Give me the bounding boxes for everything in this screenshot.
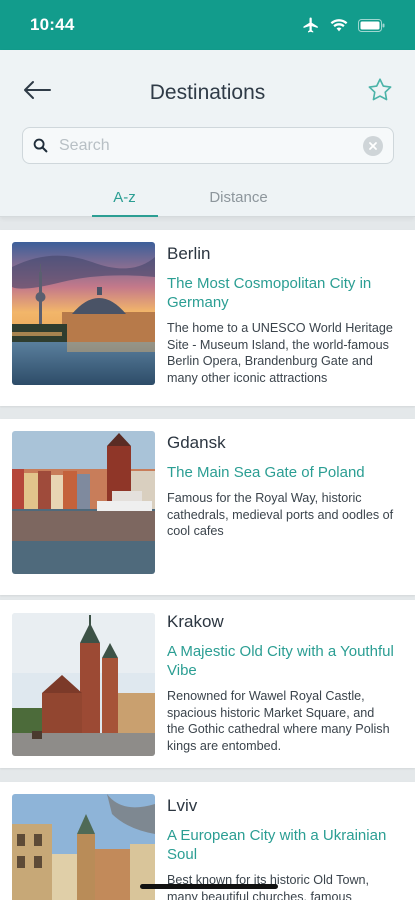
battery-icon bbox=[358, 18, 385, 32]
page-title: Destinations bbox=[149, 81, 266, 104]
close-icon bbox=[369, 141, 377, 150]
status-time: 10:44 bbox=[30, 15, 75, 34]
card-text: Krakow A Majestic Old City with a Youthf… bbox=[167, 612, 395, 754]
city-tagline: The Most Cosmopolitan City in Germany bbox=[167, 275, 372, 311]
status-bar: 10:44 bbox=[0, 0, 415, 50]
search-icon bbox=[33, 138, 49, 154]
favorites-button[interactable] bbox=[365, 77, 395, 107]
star-outline-icon bbox=[366, 76, 394, 109]
header: Destinations A-z Distance bbox=[0, 50, 415, 217]
tab-a-z[interactable]: A-z bbox=[91, 178, 158, 217]
city-description: Renowned for Wawel Royal Castle, spaciou… bbox=[167, 689, 390, 753]
city-name: Lviv bbox=[167, 796, 198, 815]
destination-image bbox=[12, 242, 155, 385]
city-description: Famous for the Royal Way, historic cathe… bbox=[167, 491, 394, 538]
city-name: Gdansk bbox=[167, 433, 226, 452]
city-description: The home to a UNESCO World Heritage Site… bbox=[167, 321, 393, 385]
city-tagline: The Main Sea Gate of Poland bbox=[167, 464, 365, 481]
destination-card-gdansk[interactable]: Gdansk The Main Sea Gate of Poland Famou… bbox=[0, 419, 415, 595]
card-text: Berlin The Most Cosmopolitan City in Ger… bbox=[167, 244, 395, 386]
destination-image bbox=[12, 431, 155, 574]
city-name: Krakow bbox=[167, 612, 224, 631]
search-bar bbox=[22, 127, 394, 164]
city-tagline: A European City with a Ukrainian Soul bbox=[167, 827, 387, 863]
sort-tabs: A-z Distance bbox=[0, 178, 415, 217]
destination-card-krakow[interactable]: Krakow A Majestic Old City with a Youthf… bbox=[0, 600, 415, 768]
destination-image bbox=[12, 613, 155, 756]
card-text: Gdansk The Main Sea Gate of Poland Famou… bbox=[167, 433, 395, 540]
clear-search-button[interactable] bbox=[363, 135, 383, 156]
airplane-icon bbox=[302, 16, 320, 34]
destination-image bbox=[12, 794, 155, 900]
wifi-icon bbox=[330, 18, 348, 32]
city-name: Berlin bbox=[167, 244, 211, 263]
destination-card-lviv[interactable]: Lviv A European City with a Ukrainian So… bbox=[0, 782, 415, 900]
search-input[interactable] bbox=[49, 136, 363, 155]
status-icons bbox=[302, 16, 385, 34]
city-tagline: A Majestic Old City with a Youthful Vibe bbox=[167, 643, 394, 679]
tab-distance[interactable]: Distance bbox=[194, 178, 284, 217]
home-indicator bbox=[140, 884, 278, 889]
destination-card-berlin[interactable]: Berlin The Most Cosmopolitan City in Ger… bbox=[0, 230, 415, 406]
